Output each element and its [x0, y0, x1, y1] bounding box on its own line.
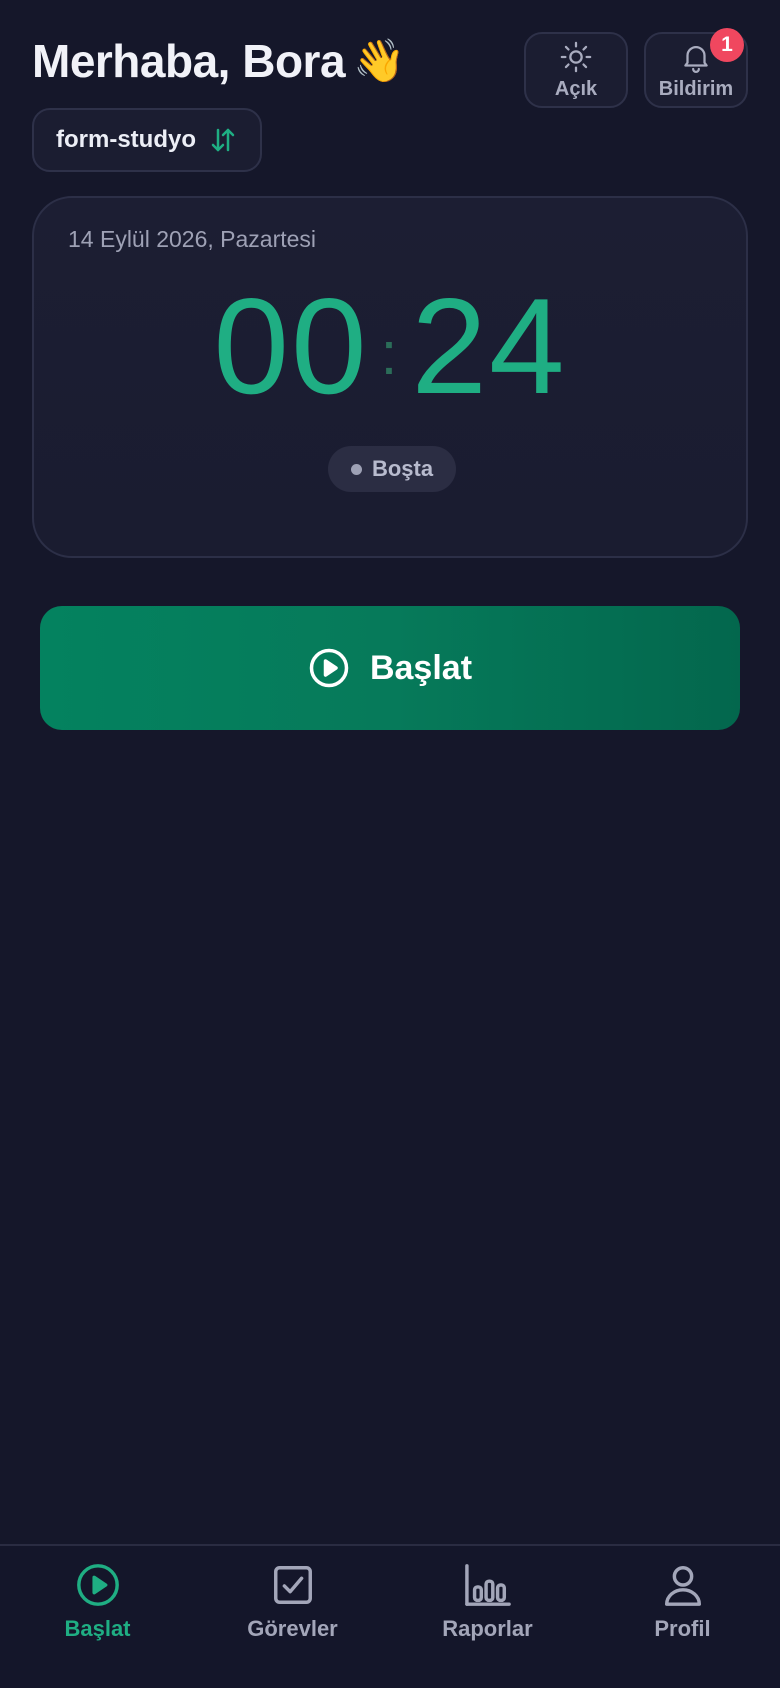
checkbox-icon	[273, 1566, 312, 1604]
workspace-name: form-studyo	[56, 126, 196, 153]
nav-item-gorevler[interactable]: Görevler	[195, 1546, 390, 1688]
theme-toggle-button[interactable]: Açık	[524, 32, 628, 108]
start-button[interactable]: Başlat	[40, 606, 740, 730]
current-date: 14 Eylül 2026, Pazartesi	[68, 226, 317, 252]
nav-label-baslat: Başlat	[64, 1616, 131, 1641]
greeting-text: Merhaba, Bora	[32, 35, 346, 87]
swap-vertical-icon	[211, 128, 235, 152]
nav-label-profil: Profil	[654, 1616, 711, 1641]
sun-icon	[560, 41, 592, 72]
workspace-switcher[interactable]: form-studyo	[32, 108, 262, 172]
nav-item-baslat[interactable]: Başlat	[0, 1546, 195, 1688]
status-dot	[350, 463, 362, 475]
status-label: Boşta	[371, 456, 434, 481]
wave-emoji: 👋	[353, 37, 405, 84]
timer-minutes: 00	[213, 270, 369, 422]
play-circle-icon	[76, 1564, 119, 1606]
timer-card: 14 Eylül 2026, Pazartesi 00 : 24 Boşta	[32, 196, 748, 558]
play-circle-icon	[309, 648, 349, 688]
nav-label-gorevler: Görevler	[247, 1616, 338, 1641]
notifications-button[interactable]: Bildirim 1	[644, 28, 748, 108]
start-button-label: Başlat	[369, 648, 473, 687]
greeting-title: Merhaba, Bora 👋	[32, 34, 405, 88]
notifications-label: Bildirim	[658, 77, 734, 100]
app-screen: Merhaba, Bora 👋 Açık Bildirim 1 form-stu…	[0, 0, 780, 1688]
bar-chart-icon	[464, 1564, 511, 1606]
user-icon	[664, 1566, 701, 1606]
timer-seconds: 24	[411, 270, 567, 422]
nav-label-raporlar: Raporlar	[442, 1616, 533, 1641]
bottom-nav: Başlat Görevler Raporlar Profil	[0, 1544, 780, 1688]
theme-toggle-label: Açık	[554, 77, 598, 100]
status-badge: Boşta	[328, 446, 456, 492]
bell-icon	[684, 45, 708, 73]
notification-count-badge: 1	[710, 28, 744, 62]
timer-colon: :	[380, 320, 400, 387]
nav-item-profil[interactable]: Profil	[585, 1546, 780, 1688]
timer-display: 00 : 24	[34, 278, 746, 414]
nav-item-raporlar[interactable]: Raporlar	[390, 1546, 585, 1688]
